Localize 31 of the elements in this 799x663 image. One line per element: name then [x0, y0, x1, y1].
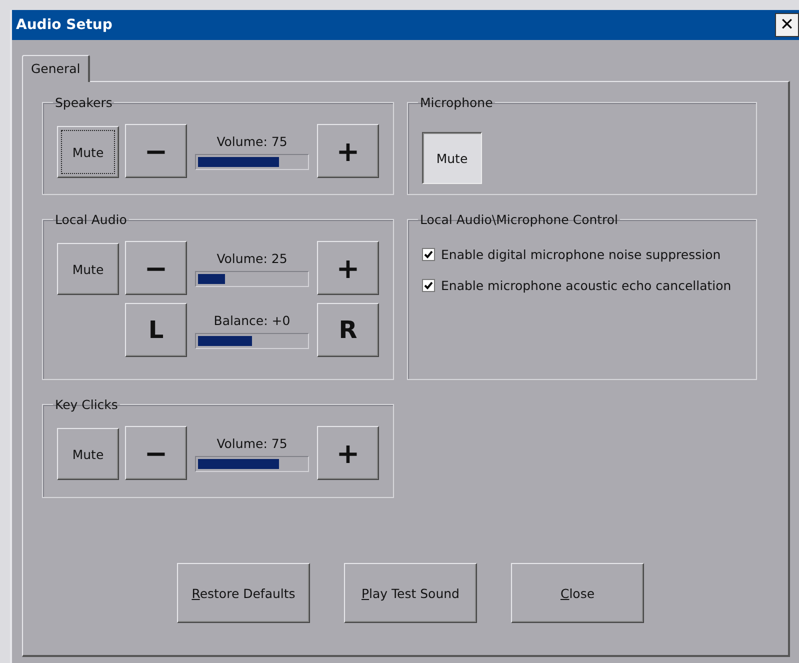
mute-button[interactable]: Mute: [57, 243, 119, 295]
tab[interactable]: General: [22, 55, 90, 82]
increase-button[interactable]: +: [317, 124, 379, 178]
checkbox[interactable]: [422, 248, 435, 261]
increase-button[interactable]: R: [317, 303, 379, 357]
dialog-button[interactable]: Play Test Sound: [344, 563, 477, 623]
level-label: Volume: 25: [216, 251, 288, 266]
decrease-button[interactable]: −: [125, 426, 187, 480]
mute-button[interactable]: Mute: [422, 132, 482, 184]
close-button[interactable]: ✕: [775, 13, 799, 37]
group-title: Key Clicks: [54, 397, 119, 412]
group-title: Speakers: [54, 95, 114, 110]
level-label: Volume: 75: [216, 436, 288, 451]
increase-button[interactable]: +: [317, 426, 379, 480]
increase-button[interactable]: +: [317, 241, 379, 295]
decrease-button[interactable]: −: [125, 241, 187, 295]
window-title: Audio Setup: [16, 17, 112, 33]
checkbox-label: Enable digital microphone noise suppression: [441, 247, 721, 262]
checkbox-label: Enable microphone acoustic echo cancellation: [441, 278, 732, 293]
mute-button[interactable]: Mute: [57, 428, 119, 480]
decrease-button[interactable]: −: [125, 124, 187, 178]
dialog-button[interactable]: Close: [511, 563, 644, 623]
dialog-button[interactable]: Restore Defaults: [177, 563, 310, 623]
group-title: Microphone: [419, 95, 494, 110]
mute-button[interactable]: Mute: [57, 126, 119, 178]
group-title: Local Audio: [54, 212, 128, 227]
group-title: Local Audio\Microphone Control: [419, 212, 620, 227]
decrease-button[interactable]: L: [125, 303, 187, 357]
checkbox[interactable]: [422, 279, 435, 292]
level-label: Volume: 75: [216, 134, 288, 149]
level-label: Balance: +0: [214, 313, 290, 328]
